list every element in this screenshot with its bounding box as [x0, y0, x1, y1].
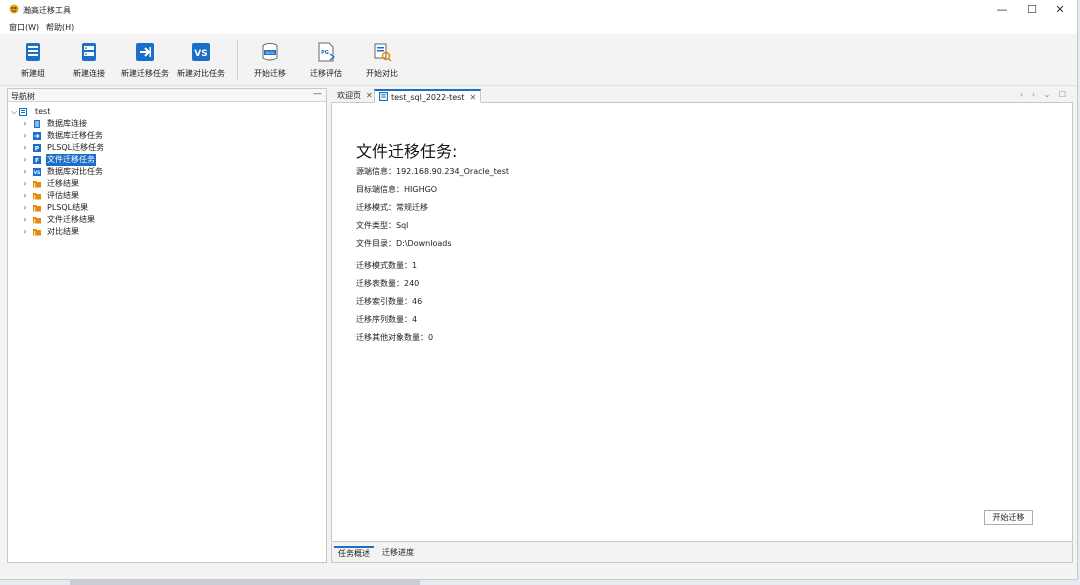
new-connection-icon: [82, 43, 96, 61]
migration-mode: 迁移模式：常规迁移: [356, 203, 428, 212]
folder-icon: [33, 205, 41, 212]
chevron-right-icon[interactable]: ›: [21, 178, 29, 190]
folder-icon: [33, 181, 41, 188]
start-migration-button[interactable]: DATA 开始迁移: [242, 42, 298, 79]
vs-compare-icon: VS: [192, 43, 210, 61]
db-migration-task-icon: [33, 132, 41, 140]
new-group-button[interactable]: 新建组: [5, 42, 61, 79]
plsql-task-icon: P: [33, 144, 41, 152]
chevron-right-icon[interactable]: ›: [21, 214, 29, 226]
table-count: 迁移表数量：240: [356, 279, 420, 288]
tree-item-db-migration-task[interactable]: › 数据库迁移任务: [8, 130, 326, 142]
chevron-right-icon[interactable]: ›: [21, 190, 29, 202]
menu-window[interactable]: 窗口(W): [9, 22, 39, 33]
task-overview-panel: 文件迁移任务: 源端信息：192.168.90.234_Oracle_test …: [331, 103, 1073, 542]
project-icon: [19, 108, 27, 116]
tab-welcome[interactable]: 欢迎页 ✕: [333, 89, 377, 103]
background-taskbar-fragment: [70, 580, 420, 585]
index-count: 迁移索引数量：46: [356, 297, 423, 306]
svg-text:PG: PG: [321, 50, 329, 56]
title-bar: 瀚高迁移工具 — ☐ ✕: [0, 0, 1077, 20]
panel-minimize-button[interactable]: —: [313, 89, 322, 99]
svg-text:DATA: DATA: [265, 51, 275, 55]
tree-item-compare-results[interactable]: › 对比结果: [8, 226, 326, 238]
svg-text:VS: VS: [34, 170, 40, 175]
page-title: 文件迁移任务:: [356, 142, 458, 161]
start-migration-action-button[interactable]: 开始迁移: [984, 510, 1033, 525]
pg-evaluate-icon: PG: [318, 42, 335, 62]
new-group-icon: [26, 43, 40, 61]
maximize-button[interactable]: ☐: [1017, 2, 1047, 18]
tree-item-file-migration-results[interactable]: › 文件迁移结果: [8, 214, 326, 226]
editor-tab-bar: 欢迎页 ✕ test_sql_2022-test ✕ ‹ › ⌄ ☐: [331, 88, 1073, 103]
new-compare-task-button[interactable]: VS 新建对比任务: [173, 42, 229, 79]
tab-task-overview[interactable]: 任务概述: [334, 546, 374, 560]
tree-item-plsql-results[interactable]: › PLSQL结果: [8, 202, 326, 214]
app-window: 瀚高迁移工具 — ☐ ✕ 窗口(W) 帮助(H) 新建组 新建连接 新建迁移任务: [0, 0, 1078, 580]
close-button[interactable]: ✕: [1045, 2, 1075, 18]
minimize-button[interactable]: —: [987, 2, 1017, 18]
bottom-tab-bar: 任务概述 迁移进度: [331, 543, 1073, 563]
menu-help[interactable]: 帮助(H): [46, 22, 74, 33]
navigation-tab[interactable]: 导航树: [11, 91, 35, 102]
new-migration-task-button[interactable]: 新建迁移任务: [117, 42, 173, 79]
svg-text:VS: VS: [194, 49, 207, 59]
chevron-down-icon[interactable]: ⌵: [10, 106, 18, 118]
tree-item-file-task[interactable]: › F 文件迁移任务: [8, 154, 326, 166]
chevron-right-icon[interactable]: ›: [21, 226, 29, 238]
folder-icon: [33, 193, 41, 200]
target-info: 目标端信息：HIGHGO: [356, 185, 438, 194]
new-connection-button[interactable]: 新建连接: [61, 42, 117, 79]
chevron-right-icon[interactable]: ›: [21, 202, 29, 214]
file-task-icon: F: [33, 156, 41, 164]
file-type: 文件类型：Sql: [356, 221, 409, 230]
toolbar: 新建组 新建连接 新建迁移任务 VS 新建对比任务 DATA 开始迁移 PG 迁…: [0, 34, 1077, 86]
menu-bar: 窗口(W) 帮助(H): [0, 20, 1077, 34]
tab-migration-progress[interactable]: 迁移进度: [378, 546, 418, 560]
chevron-right-icon[interactable]: ›: [21, 154, 29, 166]
migration-arrow-icon: [136, 43, 154, 61]
compare-task-icon: VS: [33, 168, 41, 176]
schema-count: 迁移模式数量：1: [356, 261, 418, 270]
tree-root-label: test: [35, 107, 51, 116]
chevron-right-icon[interactable]: ›: [21, 130, 29, 142]
tab-navigation-controls[interactable]: ‹ › ⌄ ☐: [1020, 90, 1069, 99]
sequence-count: 迁移序列数量：4: [356, 315, 418, 324]
tree-item-evaluation-results[interactable]: › 评估结果: [8, 190, 326, 202]
tree-item-plsql-task[interactable]: › P PLSQL迁移任务: [8, 142, 326, 154]
tree-item-db-connection[interactable]: › 数据库连接: [8, 118, 326, 130]
file-directory: 文件目录：D:\Downloads: [356, 239, 452, 248]
db-connection-icon: [34, 120, 40, 128]
navigation-panel: 导航树 — ⌵ test › 数据库连接 › 数据库迁移任务 › P PLSQL…: [7, 88, 327, 563]
navigation-panel-header: 导航树 —: [8, 89, 326, 102]
compare-report-icon: [374, 43, 392, 62]
file-task-tab-icon: [379, 92, 388, 101]
toolbar-separator: [237, 40, 238, 80]
close-tab-icon[interactable]: ✕: [469, 93, 476, 102]
tree-item-db-compare-task[interactable]: › VS 数据库对比任务: [8, 166, 326, 178]
close-tab-icon[interactable]: ✕: [366, 91, 373, 100]
window-title: 瀚高迁移工具: [23, 6, 71, 15]
svg-text:P: P: [35, 146, 40, 153]
chevron-right-icon[interactable]: ›: [21, 142, 29, 154]
tree-item-selected-label: 文件迁移任务: [46, 154, 96, 166]
tree-root-test[interactable]: ⌵ test: [8, 106, 326, 118]
folder-icon: [33, 217, 41, 224]
tree-item-migration-results[interactable]: › 迁移结果: [8, 178, 326, 190]
navigation-tree: ⌵ test › 数据库连接 › 数据库迁移任务 › P PLSQL迁移任务 ›: [8, 106, 326, 238]
folder-icon: [33, 229, 41, 236]
source-info: 源端信息：192.168.90.234_Oracle_test: [356, 167, 510, 176]
migration-evaluation-button[interactable]: PG 迁移评估: [298, 42, 354, 79]
data-database-icon: DATA: [262, 43, 278, 61]
chevron-right-icon[interactable]: ›: [21, 118, 29, 130]
start-compare-button[interactable]: 开始对比: [354, 42, 410, 79]
other-object-count: 迁移其他对象数量：0: [356, 333, 434, 342]
chevron-right-icon[interactable]: ›: [21, 166, 29, 178]
app-logo-icon: [9, 4, 19, 14]
svg-text:F: F: [35, 158, 39, 165]
tab-test-sql-2022-test[interactable]: test_sql_2022-test ✕: [374, 89, 482, 103]
